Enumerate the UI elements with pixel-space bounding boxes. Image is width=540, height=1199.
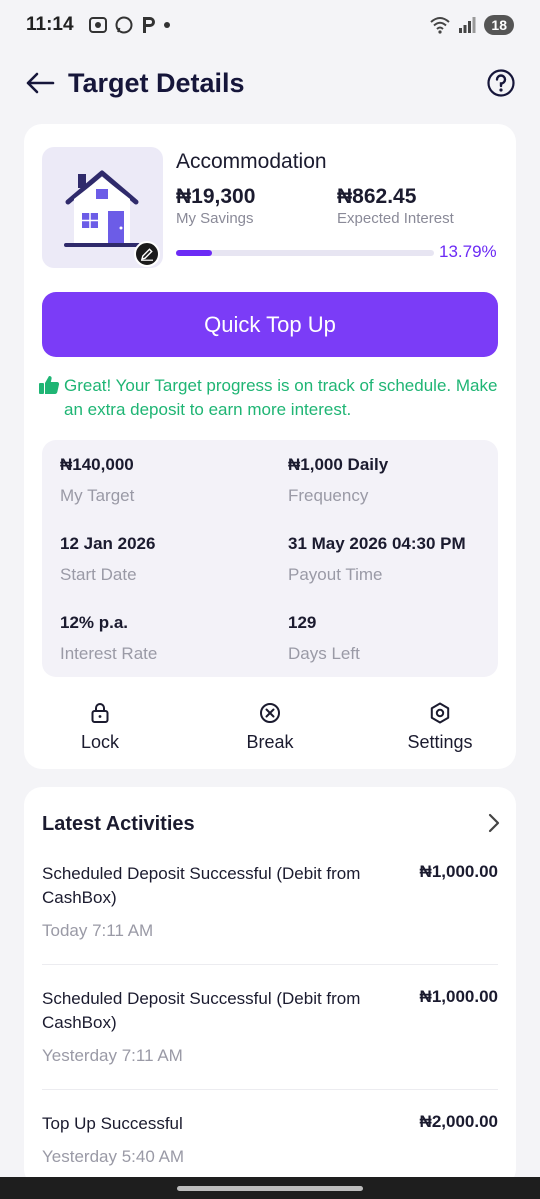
dot-icon	[163, 22, 170, 28]
lock-button[interactable]: Lock	[40, 702, 160, 753]
activity-amount: ₦1,000.00	[419, 987, 498, 1006]
back-arrow-icon	[26, 72, 55, 94]
activity-description: Scheduled Deposit Successful (Debit from…	[42, 864, 361, 907]
progress-fill	[176, 250, 212, 256]
back-button[interactable]	[24, 67, 56, 99]
start-date-label: Start Date	[60, 565, 137, 584]
screenshot-icon	[88, 17, 107, 33]
target-name: Accommodation	[176, 150, 327, 173]
days-left-value: 129	[288, 613, 317, 632]
status-bar: 11:14 18	[0, 0, 540, 50]
activity-time: Yesterday 7:11 AM	[42, 1046, 183, 1065]
latest-activities-card: Latest Activities Scheduled Deposit Succ…	[24, 787, 516, 1187]
break-button[interactable]: Break	[210, 702, 330, 753]
break-label: Break	[246, 732, 294, 752]
break-icon	[260, 703, 280, 723]
days-left-label: Days Left	[288, 644, 360, 663]
settings-label: Settings	[407, 732, 473, 752]
frequency-label: Frequency	[288, 486, 369, 505]
activity-description: Scheduled Deposit Successful (Debit from…	[42, 989, 361, 1032]
page-title: Target Details	[68, 67, 245, 98]
payout-time-value: 31 May 2026 04:30 PM	[288, 534, 466, 553]
activity-item[interactable]: Scheduled Deposit Successful (Debit from…	[42, 987, 498, 1077]
activity-time: Yesterday 5:40 AM	[42, 1147, 185, 1166]
view-all-activities-button[interactable]	[486, 813, 502, 833]
progress-percent: 13.79%	[439, 242, 497, 261]
frequency-value: ₦1,000 Daily	[288, 455, 389, 474]
divider	[42, 964, 498, 965]
lock-icon	[91, 703, 109, 723]
system-nav-bar	[0, 1177, 540, 1199]
track-status-message: Great! Your Target progress is on track …	[38, 374, 508, 422]
activity-item[interactable]: Scheduled Deposit Successful (Debit from…	[42, 862, 498, 952]
thumbs-up-icon	[39, 376, 60, 394]
payout-time-label: Payout Time	[288, 565, 383, 584]
my-target-label: My Target	[60, 486, 135, 505]
chevron-right-icon	[488, 813, 500, 833]
edit-icon	[141, 248, 153, 261]
latest-activities-title: Latest Activities	[42, 813, 195, 835]
activity-time: Today 7:11 AM	[42, 921, 154, 940]
activity-item[interactable]: Top Up Successful ₦2,000.00 Yesterday 5:…	[42, 1112, 498, 1172]
notification-icons	[88, 15, 172, 35]
divider	[42, 1089, 498, 1090]
savings-label: My Savings	[176, 210, 254, 227]
track-message-text: Great! Your Target progress is on track …	[64, 376, 498, 419]
start-date-value: 12 Jan 2026	[60, 534, 156, 553]
help-button[interactable]	[486, 68, 516, 98]
help-icon	[487, 69, 515, 97]
interest-label: Expected Interest	[337, 210, 454, 227]
interest-rate-label: Interest Rate	[60, 644, 158, 663]
target-details-box: ₦140,000 My Target ₦1,000 Daily Frequenc…	[42, 440, 498, 677]
interest-amount: ₦862.45	[337, 185, 417, 208]
savings-amount: ₦19,300	[176, 185, 256, 208]
app-header: Target Details	[0, 55, 540, 111]
settings-icon	[430, 702, 450, 724]
settings-button[interactable]: Settings	[380, 702, 500, 753]
interest-rate-value: 12% p.a.	[60, 613, 129, 632]
battery-indicator: 18	[484, 15, 514, 35]
my-target-value: ₦140,000	[60, 455, 134, 474]
progress-bar	[176, 250, 434, 256]
status-time: 11:14	[26, 14, 74, 35]
activity-amount: ₦2,000.00	[419, 1112, 498, 1131]
target-card: Accommodation ₦19,300 My Savings ₦862.45…	[24, 124, 516, 769]
activity-description: Top Up Successful	[42, 1114, 183, 1133]
quick-top-up-button[interactable]: Quick Top Up	[42, 292, 498, 357]
signal-icon	[459, 17, 476, 33]
home-gesture-handle[interactable]	[177, 1186, 363, 1191]
edit-target-button[interactable]	[134, 241, 160, 267]
p-app-icon	[142, 17, 155, 33]
lock-label: Lock	[80, 732, 120, 752]
wifi-icon	[430, 17, 451, 34]
activity-amount: ₦1,000.00	[419, 862, 498, 881]
whatsapp-icon	[115, 16, 133, 34]
